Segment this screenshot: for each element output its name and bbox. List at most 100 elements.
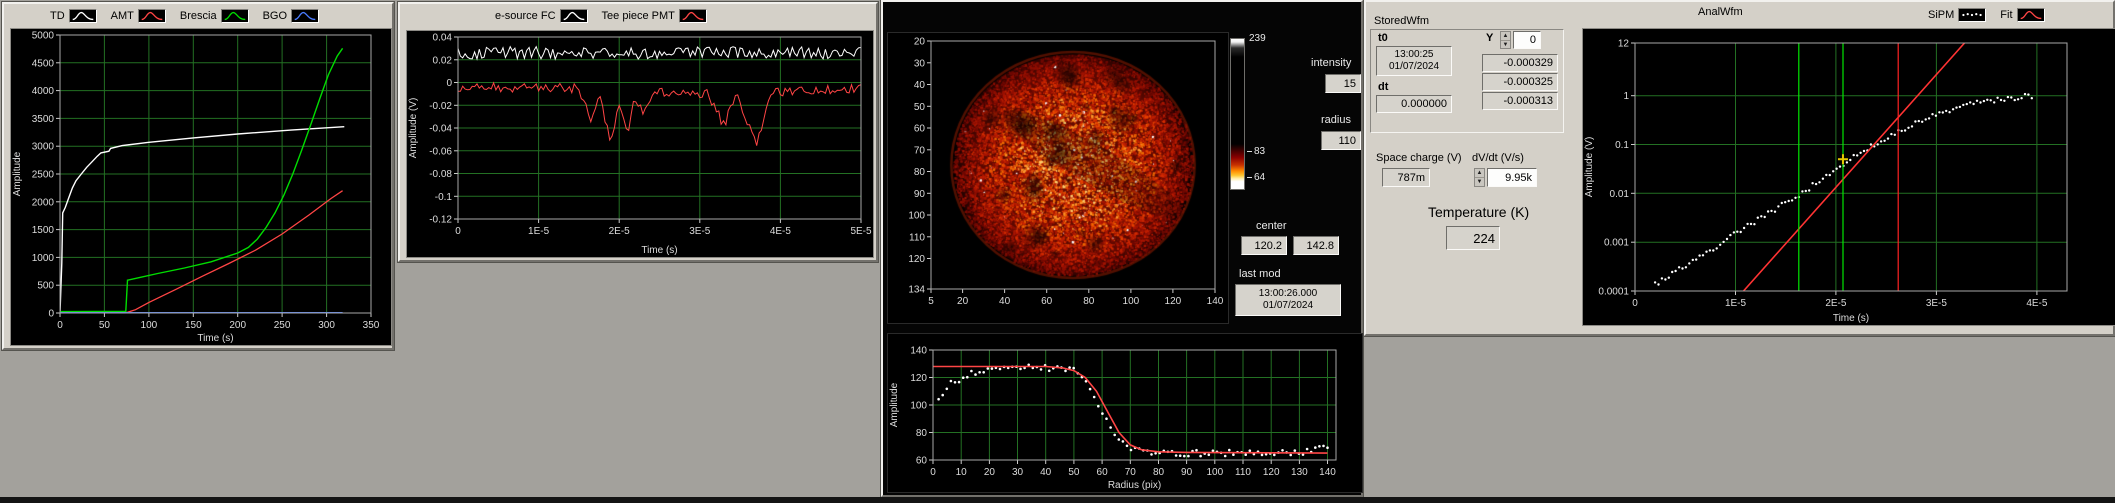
spin-up-icon[interactable]: ▲	[1475, 169, 1484, 178]
legend-item-brescia[interactable]: Brescia	[180, 9, 249, 23]
anal-wfm-graph[interactable]: 01E-52E-53E-54E-51210.10.010.0010.0001Ti…	[1582, 28, 2115, 326]
anal-wfm-title: AnalWfm	[1698, 6, 1743, 18]
chart-canvas: 0501001502002503003500500100015002000250…	[11, 29, 391, 345]
ramp-tick	[1247, 151, 1252, 152]
dvdt-value[interactable]: 9.95k	[1487, 168, 1537, 187]
legend-item-anal-fit[interactable]: Fit	[2000, 8, 2044, 22]
center-y-value: 142.8	[1293, 236, 1339, 255]
svg-text:5E-5: 5E-5	[850, 226, 872, 237]
waveform-icon[interactable]	[291, 9, 319, 23]
svg-text:200: 200	[229, 320, 246, 331]
space-charge-label: Space charge (V)	[1376, 152, 1462, 164]
svg-text:110: 110	[1235, 467, 1251, 478]
radial-profile-graph[interactable]: 0102030405060708090100110120130140608010…	[887, 333, 1363, 493]
svg-text:500: 500	[37, 281, 54, 292]
svg-text:0: 0	[455, 226, 461, 237]
waveform-icon[interactable]	[560, 9, 588, 23]
spin-down-icon[interactable]: ▼	[1501, 41, 1510, 49]
svg-text:4E-5: 4E-5	[770, 226, 792, 237]
svg-text:0.001: 0.001	[1604, 238, 1629, 249]
svg-text:20: 20	[957, 296, 969, 307]
rates-legend: TD AMT Brescia BGO	[50, 8, 319, 24]
svg-text:-0.02: -0.02	[429, 101, 452, 112]
legend-item-tee-piece-pmt[interactable]: Tee piece PMT	[602, 9, 707, 23]
svg-text:1E-5: 1E-5	[528, 226, 550, 237]
intensity-value[interactable]: 15	[1325, 74, 1361, 93]
svg-text:-0.12: -0.12	[429, 215, 452, 226]
svg-text:1000: 1000	[32, 253, 55, 264]
y-index-spinner[interactable]: ▲▼	[1500, 31, 1511, 49]
svg-text:20: 20	[914, 37, 926, 48]
svg-text:2000: 2000	[32, 197, 55, 208]
pmt-legend: e-source FC Tee piece PMT	[495, 8, 707, 24]
svg-text:90: 90	[1181, 467, 1193, 478]
rates-graph[interactable]: 0501001502002503003500500100015002000250…	[10, 28, 392, 346]
svg-text:-0.1: -0.1	[435, 192, 453, 203]
chart-canvas: 0102030405060708090100110120130140608010…	[888, 334, 1362, 492]
svg-text:0: 0	[1632, 298, 1638, 309]
waveform-icon[interactable]	[221, 9, 249, 23]
svg-text:300: 300	[318, 320, 335, 331]
svg-text:1E-5: 1E-5	[1725, 298, 1747, 309]
svg-text:20: 20	[984, 467, 996, 478]
svg-text:-0.06: -0.06	[429, 146, 452, 157]
legend-item-td[interactable]: TD	[50, 9, 97, 23]
waveform-icon[interactable]	[69, 9, 97, 23]
pmt-graph[interactable]: 01E-52E-53E-54E-55E-50.040.020-0.02-0.04…	[406, 30, 874, 258]
legend-label: BGO	[263, 10, 287, 22]
svg-text:100: 100	[141, 320, 158, 331]
legend-item-sipm[interactable]: SiPM	[1928, 8, 1986, 22]
svg-text:100: 100	[910, 401, 927, 412]
legend-label: TD	[50, 10, 65, 22]
dots-plot-icon[interactable]	[1958, 8, 1986, 22]
spin-up-icon[interactable]: ▲	[1501, 32, 1510, 41]
svg-text:100: 100	[1206, 467, 1223, 478]
svg-text:0.01: 0.01	[1610, 189, 1630, 200]
y-array-label: Y	[1486, 32, 1493, 44]
last-mod-label: last mod	[1239, 268, 1281, 280]
legend-item-amt[interactable]: AMT	[111, 9, 166, 23]
spin-down-icon[interactable]: ▼	[1475, 178, 1484, 186]
svg-text:1: 1	[1623, 91, 1629, 102]
last-mod-value: 13:00:26.000 01/07/2024	[1235, 284, 1341, 316]
waveform-icon[interactable]	[2017, 8, 2045, 22]
beam-image-graph[interactable]: 5204060801001201402030405060708090100110…	[887, 32, 1229, 324]
waveform-icon[interactable]	[138, 9, 166, 23]
legend-label: SiPM	[1928, 9, 1954, 21]
svg-text:140: 140	[1207, 296, 1224, 307]
svg-text:Time (s): Time (s)	[641, 245, 677, 256]
svg-text:-0.08: -0.08	[429, 169, 452, 180]
waveform-icon[interactable]	[679, 9, 707, 23]
center-label: center	[1256, 220, 1287, 232]
svg-text:30: 30	[914, 58, 926, 69]
last-mod-date: 01/07/2024	[1263, 300, 1313, 312]
last-mod-time: 13:00:26.000	[1259, 288, 1317, 300]
window-bottom-edge	[0, 497, 2115, 503]
legend-item-bgo[interactable]: BGO	[263, 9, 319, 23]
y-index-value[interactable]: 0	[1513, 31, 1541, 49]
legend-label: AMT	[111, 10, 134, 22]
dvdt-spinner[interactable]: ▲▼	[1474, 168, 1485, 187]
svg-text:60: 60	[916, 456, 928, 467]
beam-panel: 5204060801001201402030405060708090100110…	[881, 0, 1363, 497]
rates-panel: TD AMT Brescia BGO 0501001502002503003	[2, 2, 394, 350]
svg-text:90: 90	[914, 189, 926, 200]
svg-text:60: 60	[1041, 296, 1053, 307]
temperature-value: 224	[1446, 226, 1500, 250]
color-ramp[interactable]	[1230, 38, 1245, 190]
svg-text:80: 80	[1153, 467, 1165, 478]
center-x-value: 120.2	[1241, 236, 1287, 255]
radius-value[interactable]: 110	[1321, 131, 1361, 150]
svg-text:40: 40	[999, 296, 1011, 307]
svg-text:3000: 3000	[32, 142, 55, 153]
svg-text:80: 80	[916, 428, 928, 439]
svg-text:110: 110	[909, 232, 925, 243]
t0-date: 01/07/2024	[1389, 61, 1439, 73]
ramp-mark-label: 83	[1247, 146, 1265, 157]
t0-value: 13:00:25 01/07/2024	[1376, 46, 1452, 76]
legend-item-esource-fc[interactable]: e-source FC	[495, 9, 588, 23]
svg-text:250: 250	[274, 320, 291, 331]
dvdt-label: dV/dt (V/s)	[1472, 152, 1524, 164]
ramp-max-label: 239	[1249, 33, 1266, 44]
y-value-1: -0.000325	[1482, 73, 1558, 91]
